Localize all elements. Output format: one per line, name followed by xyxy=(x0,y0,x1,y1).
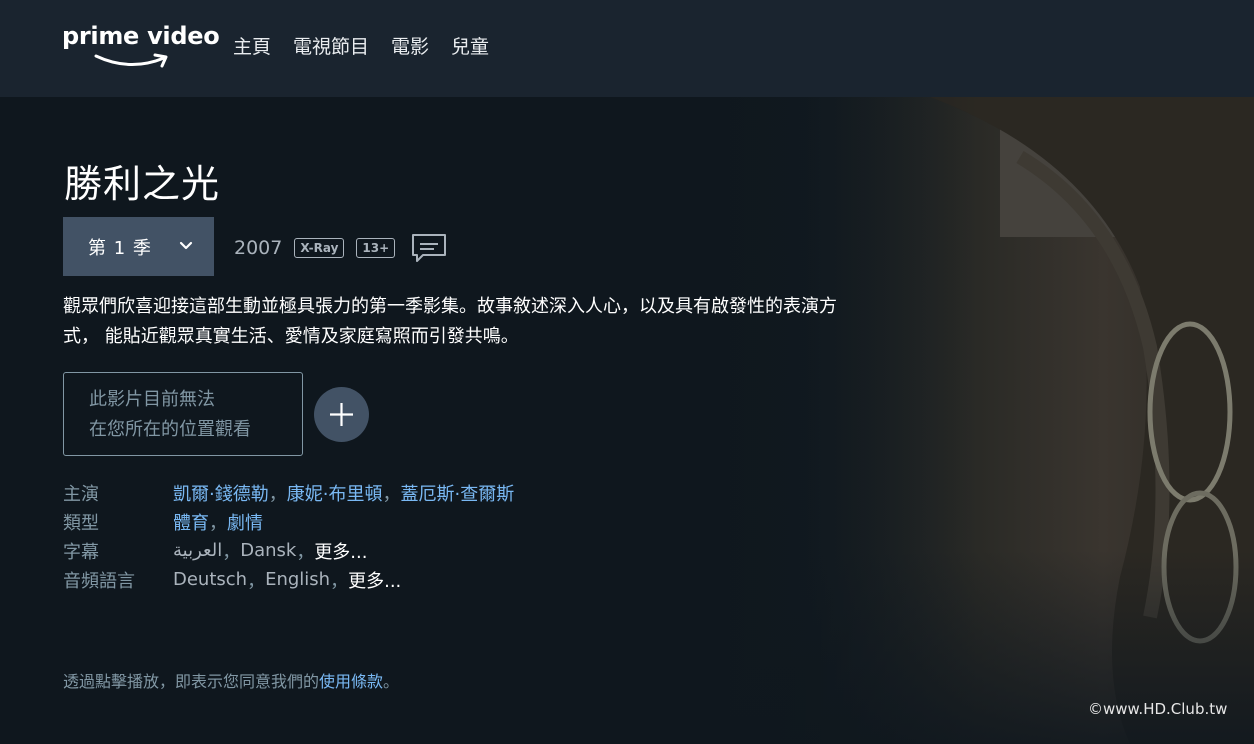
cast-label: 主演 xyxy=(63,483,99,505)
cast-link[interactable]: 康妮·布里頓 xyxy=(287,480,383,506)
nav-item-kids[interactable]: 兒童 xyxy=(451,32,489,59)
unavailable-line-2: 在您所在的位置觀看 xyxy=(89,419,251,440)
prime-video-logo[interactable]: prime video xyxy=(62,22,220,72)
cast-link[interactable]: 凱爾·錢德勒 xyxy=(173,480,269,506)
genre-label: 類型 xyxy=(63,512,99,534)
terms-of-use-link[interactable]: 使用條款 xyxy=(319,672,383,691)
audio-more-link[interactable]: 更多... xyxy=(348,567,401,593)
season-selector[interactable]: 第 1 季 xyxy=(63,217,214,276)
chevron-down-icon xyxy=(179,241,193,250)
subtitles-row: 字幕 العربية ， Dansk ， 更多... xyxy=(63,536,514,565)
subtitle-language: Dansk xyxy=(240,540,297,561)
plus-icon xyxy=(330,403,353,426)
xray-badge: X-Ray xyxy=(294,238,345,258)
genre-row: 類型 體育 ， 劇情 xyxy=(63,507,514,536)
smile-arrow-icon xyxy=(94,53,168,68)
subtitles-more-link[interactable]: 更多... xyxy=(314,538,367,564)
synopsis-line-2: 式， 能貼近觀眾真實生活、愛情及家庭寫照而引發共鳴。 xyxy=(63,326,519,347)
synopsis-line-1: 觀眾們欣喜迎接這部生動並極具張力的第一季影集。故事敘述深入人心，以及具有啟發性的… xyxy=(63,296,837,317)
audio-label: 音頻語言 xyxy=(63,570,135,592)
details-list: 主演 凱爾·錢德勒 ， 康妮·布里頓 ， 蓋厄斯·查爾斯 類型 體育 ， 劇情 … xyxy=(63,478,514,594)
separator: ， xyxy=(268,483,287,505)
synopsis: 觀眾們欣喜迎接這部生動並極具張力的第一季影集。故事敘述深入人心，以及具有啟發性的… xyxy=(63,292,983,352)
main-nav: 主頁 電視節目 電影 兒童 xyxy=(233,32,489,59)
cast-row: 主演 凱爾·錢德勒 ， 康妮·布里頓 ， 蓋厄斯·查爾斯 xyxy=(63,478,514,507)
cast-link[interactable]: 蓋厄斯·查爾斯 xyxy=(400,480,514,506)
separator: ， xyxy=(247,570,266,592)
release-year: 2007 xyxy=(234,237,283,259)
nav-item-movies[interactable]: 電影 xyxy=(391,32,429,59)
subtitles-label: 字幕 xyxy=(63,541,99,563)
season-label: 第 1 季 xyxy=(88,237,152,259)
separator: ， xyxy=(296,541,315,563)
age-rating-badge: 13+ xyxy=(356,238,396,258)
terms-prefix: 透過點擊播放，即表示您同意我們的 xyxy=(63,672,320,691)
separator: ， xyxy=(382,483,401,505)
terms-notice: 透過點擊播放，即表示您同意我們的使用條款。 xyxy=(63,668,399,692)
subtitles-icon xyxy=(412,234,447,262)
top-navigation-bar: prime video 主頁 電視節目 電影 兒童 xyxy=(0,0,1254,97)
separator: ， xyxy=(330,570,349,592)
terms-suffix: 。 xyxy=(383,672,400,691)
audio-row: 音頻語言 Deutsch ， English ， 更多... xyxy=(63,565,514,594)
genre-link[interactable]: 劇情 xyxy=(227,509,263,535)
unavailable-line-1: 此影片目前無法 xyxy=(89,389,215,410)
audio-language: Deutsch xyxy=(173,569,248,590)
nav-item-tv-shows[interactable]: 電視節目 xyxy=(293,32,369,59)
unavailable-notice: 此影片目前無法 在您所在的位置觀看 xyxy=(63,372,303,456)
nav-item-home[interactable]: 主頁 xyxy=(233,32,271,59)
show-title: 勝利之光 xyxy=(64,162,221,206)
watermark: ©www.HD.Club.tw xyxy=(1088,700,1228,718)
separator: ， xyxy=(209,512,227,534)
genre-link[interactable]: 體育 xyxy=(173,509,209,535)
subtitle-language: العربية xyxy=(173,540,223,561)
logo-text: prime video xyxy=(62,22,220,50)
title-metadata: 2007 X-Ray 13+ xyxy=(234,233,447,263)
separator: ， xyxy=(222,541,241,563)
add-to-watchlist-button[interactable] xyxy=(314,387,369,442)
audio-language: English xyxy=(265,569,331,590)
